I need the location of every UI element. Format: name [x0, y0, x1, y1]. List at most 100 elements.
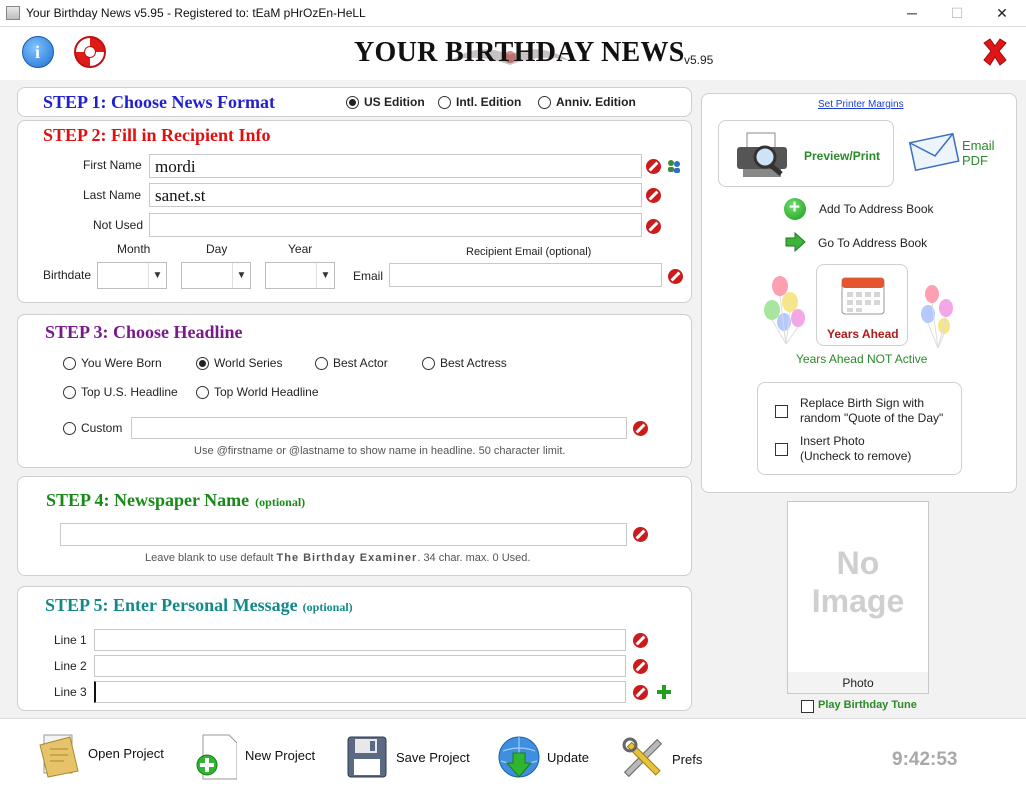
- update-button[interactable]: Update: [497, 735, 589, 779]
- years-ahead-button[interactable]: Years Ahead: [816, 264, 908, 346]
- last-name-label: Last Name: [83, 188, 142, 202]
- radio-intl-edition-dot[interactable]: [438, 95, 451, 109]
- replace-birth-sign-checkbox[interactable]: [775, 405, 788, 418]
- first-name-input[interactable]: mordi: [149, 154, 642, 178]
- preview-print-button[interactable]: Preview/Print: [718, 120, 894, 187]
- clear-first-name-icon[interactable]: [646, 159, 661, 174]
- open-project-button[interactable]: Open Project: [38, 731, 164, 778]
- go-to-address-book-button[interactable]: Go To Address Book: [818, 236, 927, 250]
- add-line-plus-icon[interactable]: [656, 684, 672, 700]
- line1-label: Line 1: [54, 633, 87, 647]
- step5-optional: (optional): [302, 600, 353, 614]
- not-used-label: Not Used: [93, 218, 144, 232]
- radio-custom-dot[interactable]: [63, 421, 76, 435]
- radio-custom[interactable]: Custom: [63, 421, 122, 435]
- radio-intl-edition-label: Intl. Edition: [456, 95, 522, 109]
- clear-custom-headline-icon[interactable]: [633, 421, 648, 436]
- app-icon: [6, 6, 20, 20]
- radio-anniv-edition-label: Anniv. Edition: [556, 95, 636, 109]
- line1-input[interactable]: [94, 629, 626, 651]
- info-icon[interactable]: i: [22, 36, 54, 68]
- clear-last-name-icon[interactable]: [646, 188, 661, 203]
- set-printer-margins-link[interactable]: Set Printer Margins: [818, 99, 904, 110]
- step1-panel: STEP 1: Choose News Format US Edition In…: [17, 87, 692, 117]
- add-to-address-book-button[interactable]: Add To Address Book: [819, 202, 934, 216]
- radio-best-actress-label: Best Actress: [440, 356, 507, 370]
- lifebuoy-icon[interactable]: [74, 36, 106, 68]
- close-button[interactable]: ✕: [979, 0, 1025, 27]
- radio-world-series[interactable]: World Series: [196, 356, 282, 370]
- radio-best-actress[interactable]: Best Actress: [422, 356, 507, 370]
- clear-not-used-icon[interactable]: [646, 219, 661, 234]
- year-label: Year: [288, 242, 313, 256]
- radio-us-edition[interactable]: US Edition: [346, 95, 425, 109]
- minimize-button[interactable]: ─: [889, 0, 935, 27]
- headline-hint: Use @firstname or @lastname to show name…: [194, 445, 566, 457]
- play-birthday-tune-label[interactable]: Play Birthday Tune: [818, 699, 917, 711]
- radio-best-actor[interactable]: Best Actor: [315, 356, 388, 370]
- people-icon[interactable]: [666, 158, 682, 174]
- radio-top-world-headline-dot[interactable]: [196, 385, 209, 399]
- radio-anniv-edition-dot[interactable]: [538, 95, 551, 109]
- window-title: Your Birthday News v5.95 - Registered to…: [26, 6, 366, 20]
- tools-icon: [622, 737, 664, 781]
- radio-top-us-headline-dot[interactable]: [63, 385, 76, 399]
- radio-you-were-born-dot[interactable]: [63, 356, 76, 370]
- radio-us-edition-dot[interactable]: [346, 95, 359, 109]
- add-circle-icon[interactable]: +: [784, 197, 806, 220]
- radio-top-us-headline-label: Top U.S. Headline: [81, 385, 178, 399]
- chevron-down-icon: ▼: [148, 263, 166, 288]
- email-envelope-icon[interactable]: [908, 130, 960, 172]
- replace-birth-sign-label: Replace Birth Sign with random "Quote of…: [800, 396, 943, 426]
- no-image-line2: Image: [811, 583, 905, 619]
- red-x-icon[interactable]: [980, 37, 1010, 67]
- newspaper-name-hint: Leave blank to use default The Birthday …: [145, 552, 530, 564]
- month-select[interactable]: ▼: [97, 262, 167, 289]
- email-input[interactable]: [389, 263, 662, 287]
- line3-input[interactable]: [94, 681, 626, 703]
- clear-line2-icon[interactable]: [633, 659, 648, 674]
- step1-title: STEP 1: Choose News Format: [43, 92, 275, 112]
- no-image-line1: No: [836, 545, 880, 581]
- step2-panel: STEP 2: Fill in Recipient Info First Nam…: [17, 120, 692, 303]
- email-label: Email: [353, 269, 384, 283]
- radio-anniv-edition[interactable]: Anniv. Edition: [538, 95, 636, 109]
- radio-top-world-headline[interactable]: Top World Headline: [196, 385, 319, 399]
- prefs-button[interactable]: Prefs: [622, 737, 702, 781]
- clear-email-icon[interactable]: [668, 269, 683, 284]
- insert-photo-checkbox[interactable]: [775, 443, 788, 456]
- play-birthday-tune-checkbox[interactable]: [801, 700, 814, 713]
- clear-newspaper-name-icon[interactable]: [633, 527, 648, 542]
- bottom-toolbar: Open Project New Project Save Project Up…: [0, 718, 1026, 795]
- photo-box[interactable]: No Image Photo: [787, 501, 929, 694]
- line3-label: Line 3: [54, 685, 87, 699]
- radio-top-us-headline[interactable]: Top U.S. Headline: [63, 385, 178, 399]
- radio-you-were-born[interactable]: You Were Born: [63, 356, 162, 370]
- save-project-button[interactable]: Save Project: [346, 735, 470, 779]
- update-label: Update: [547, 749, 589, 765]
- year-select[interactable]: ▼: [265, 262, 335, 289]
- photo-label: Photo: [842, 676, 874, 690]
- clear-line3-icon[interactable]: [633, 685, 648, 700]
- radio-best-actor-dot[interactable]: [315, 356, 328, 370]
- newspaper-name-input[interactable]: [60, 523, 627, 546]
- green-arrow-right-icon[interactable]: [784, 231, 806, 253]
- line2-input[interactable]: [94, 655, 626, 677]
- radio-intl-edition[interactable]: Intl. Edition: [438, 95, 521, 109]
- years-ahead-label: Years Ahead: [827, 327, 899, 341]
- radio-best-actress-dot[interactable]: [422, 356, 435, 370]
- hint-default-name: The Birthday Examiner: [276, 552, 418, 564]
- email-pdf-button[interactable]: Email PDF: [962, 138, 995, 168]
- last-name-input[interactable]: sanet.st: [149, 183, 642, 207]
- clear-line1-icon[interactable]: [633, 633, 648, 648]
- month-label: Month: [117, 242, 151, 256]
- new-project-button[interactable]: New Project: [195, 733, 315, 780]
- insert-photo-label: Insert Photo (Uncheck to remove): [800, 434, 911, 464]
- not-used-input[interactable]: [149, 213, 642, 237]
- day-select[interactable]: ▼: [181, 262, 251, 289]
- step4-title: STEP 4: Newspaper Name: [46, 490, 250, 510]
- maximize-button[interactable]: ☐: [934, 0, 980, 27]
- radio-world-series-dot[interactable]: [196, 356, 209, 370]
- custom-headline-input[interactable]: [131, 417, 627, 439]
- replace-birth-sign-line1: Replace Birth Sign with: [800, 396, 925, 410]
